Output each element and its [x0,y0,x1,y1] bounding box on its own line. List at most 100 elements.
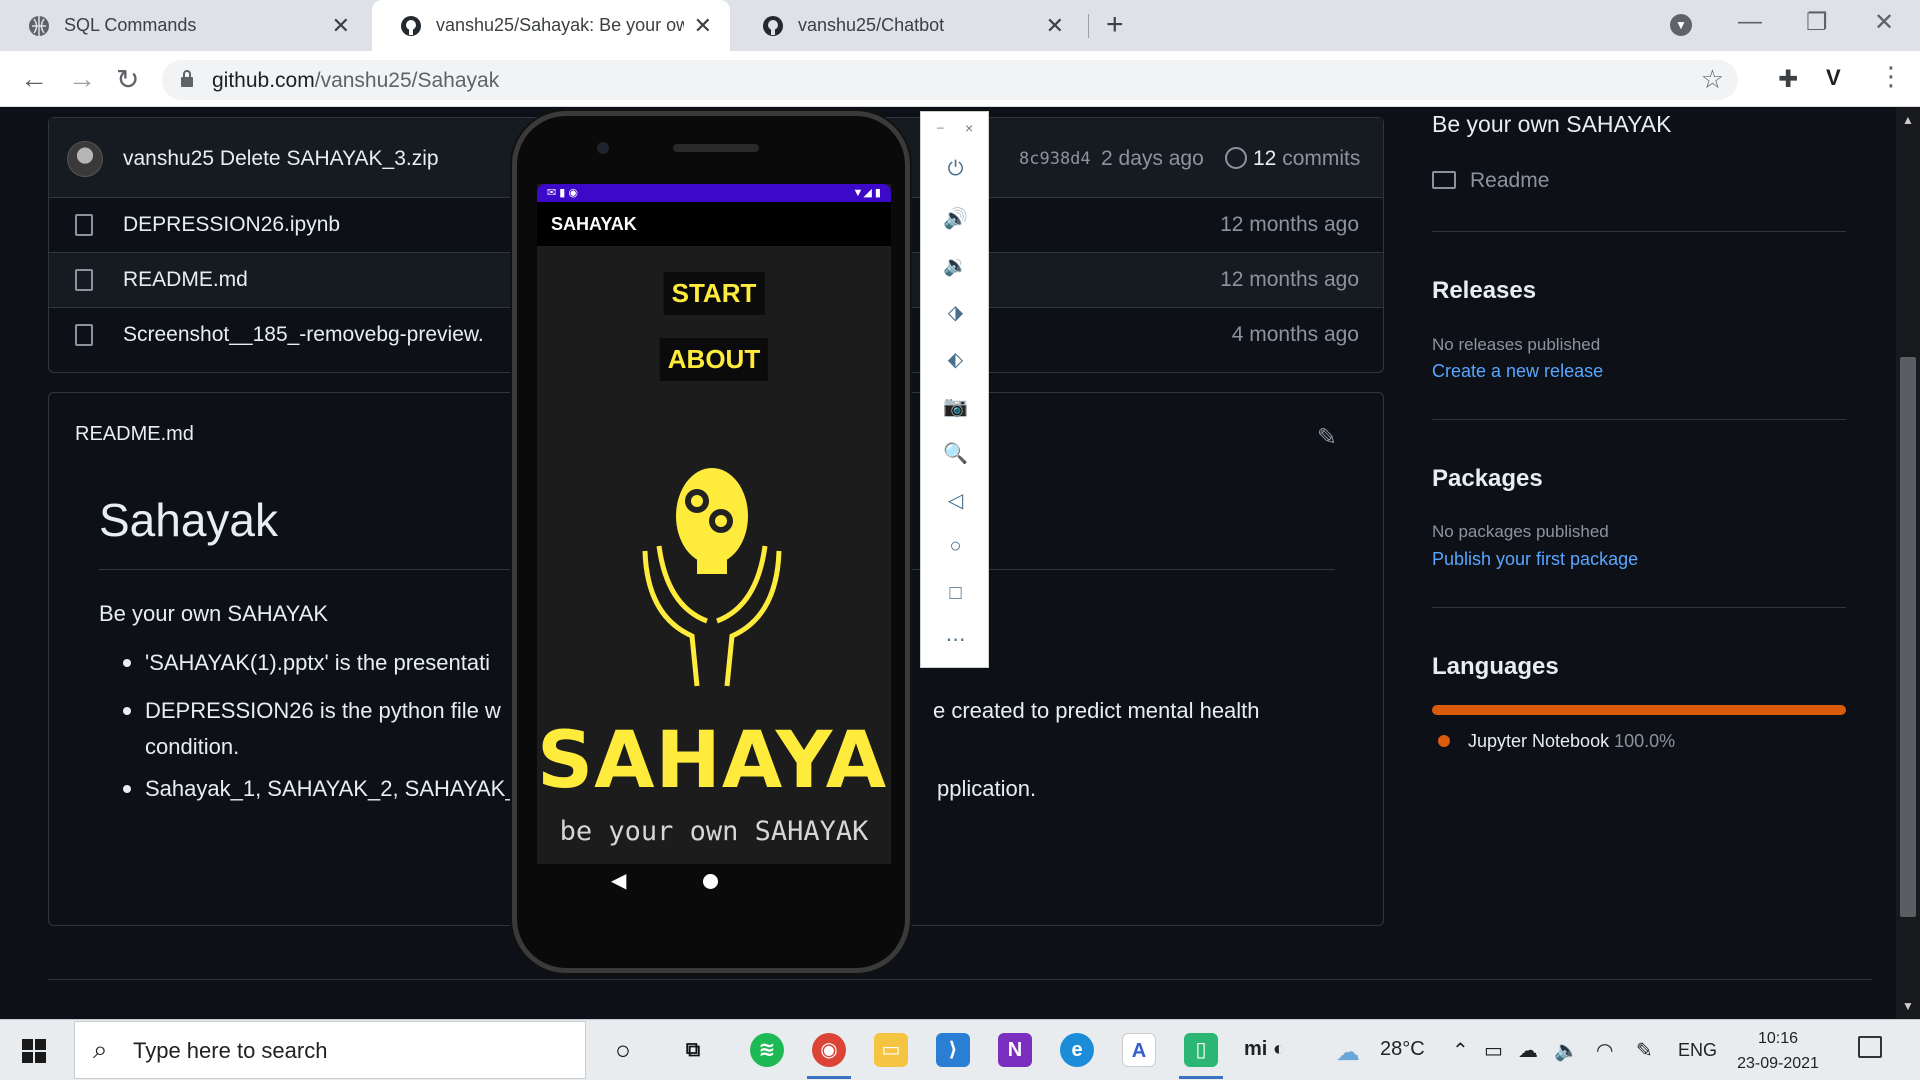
rotate-left-icon[interactable]: ⬗ [921,300,990,325]
weather-temp[interactable]: 28°C [1380,1038,1425,1061]
browser-menu-icon[interactable]: ⋮ [1878,61,1904,92]
language-bar[interactable] [1432,705,1846,715]
divider [1432,231,1846,232]
system-clock[interactable]: 10:16 23-09-2021 [1728,1026,1828,1076]
about-description: Be your own SAHAYAK [1432,111,1672,137]
readme-title: Sahayak [99,494,279,546]
vscode-icon[interactable]: ⟩ [936,1033,970,1067]
power-icon[interactable]: ⏻ [921,158,990,181]
close-tab-icon[interactable]: ✕ [694,14,712,37]
android-studio-icon[interactable]: ▯ [1184,1033,1218,1067]
start-button[interactable]: START [663,272,765,315]
divider [1432,607,1846,608]
commit-hash[interactable]: 8c938d4 [1019,149,1091,169]
more-icon[interactable]: ⋯ [921,627,990,652]
close-tab-icon[interactable]: ✕ [332,14,350,37]
tab-strip: SQL Commands ✕ vanshu25/Sahayak: Be your… [0,0,1920,51]
chrome-icon[interactable]: ◉ [812,1033,846,1067]
rotate-right-icon[interactable]: ⬖ [921,347,990,372]
packages-heading[interactable]: Packages [1432,465,1543,493]
onedrive-icon[interactable]: ☁ [1518,1038,1538,1063]
tab-search-icon[interactable]: ▼ [1670,14,1692,36]
input-language[interactable]: ENG [1678,1040,1717,1061]
file-name[interactable]: Screenshot__185_-removebg-preview... [123,323,483,347]
brand-wordmark: SAHAYAK [537,716,891,806]
tray-chevron-icon[interactable]: ⌃ [1452,1038,1469,1063]
notification-center-icon[interactable] [1858,1036,1882,1058]
wifi-icon[interactable]: ◠ [1596,1038,1613,1063]
clock-time: 10:16 [1757,1030,1799,1047]
commit-message[interactable]: vanshu25 Delete SAHAYAK_3.zip [123,147,439,171]
windows-start-icon[interactable] [22,1039,46,1063]
file-name[interactable]: README.md [123,268,483,292]
android-back-icon[interactable]: ◀ [611,868,626,893]
file-explorer-icon[interactable]: ▭ [874,1033,908,1067]
create-release-link[interactable]: Create a new release [1432,361,1603,382]
scroll-down-icon[interactable]: ▼ [1902,999,1914,1013]
restore-icon[interactable]: ❐ [1806,8,1828,37]
tab-sahayak[interactable]: vanshu25/Sahayak: Be your own ✕ [372,0,730,51]
spotify-icon[interactable]: ≋ [750,1033,784,1067]
home-icon[interactable]: ○ [921,535,990,558]
mi-share-icon[interactable]: mi ◐ [1244,1038,1285,1061]
cortana-icon[interactable]: ○ [606,1033,640,1067]
battery-icon[interactable]: ▭ [1484,1038,1503,1063]
scroll-up-icon[interactable]: ▲ [1902,113,1914,127]
emulator-screen[interactable]: ✉ ▮ ◉ ▼◢ ▮ SAHAYAK START ABOUT SAHAYAK b… [537,184,891,864]
weather-icon[interactable]: ☁ [1336,1038,1360,1067]
pencil-icon[interactable]: ✎ [1317,423,1337,452]
language-dot [1438,735,1450,747]
minimize-icon[interactable]: — [1738,8,1762,36]
pen-icon[interactable]: ✎ [1636,1038,1653,1063]
back-icon[interactable]: ◁ [921,488,990,513]
tab-title: vanshu25/Sahayak: Be your own [436,15,684,35]
publish-package-link[interactable]: Publish your first package [1432,549,1638,570]
reload-icon[interactable]: ↻ [116,63,139,96]
volume-icon[interactable]: 🔈 [1554,1038,1579,1063]
back-icon[interactable]: ← [20,63,48,95]
toolbar: ← → ↻ github.com/vanshu25/Sahayak ☆ ✚ V … [0,51,1920,107]
close-window-icon[interactable]: ✕ [1874,8,1894,37]
volume-up-icon[interactable]: 🔊 [921,206,990,231]
about-button[interactable]: ABOUT [659,338,769,381]
releases-empty-text: No releases published [1432,335,1601,354]
new-tab-icon[interactable]: + [1106,8,1124,42]
profile-avatar[interactable]: V [1826,65,1841,91]
zoom-icon[interactable]: 🔍 [921,441,990,466]
close-icon[interactable]: × [965,120,973,136]
active-app-indicator [807,1076,851,1079]
camera-icon[interactable]: 📷 [921,394,990,419]
commits-link[interactable]: 12 commits [1225,147,1360,171]
app-body: START ABOUT SAHAYAK be your own SAHAYAK [537,246,891,864]
task-view-icon[interactable]: ⧉ [676,1033,710,1067]
onenote-icon[interactable]: N [998,1033,1032,1067]
readme-link[interactable]: Readme [1432,169,1549,193]
taskbar-search[interactable]: ⌕ Type here to search [74,1021,586,1079]
edge-icon[interactable]: e [1060,1033,1094,1067]
volume-down-icon[interactable]: 🔉 [921,253,990,278]
close-tab-icon[interactable]: ✕ [1046,14,1064,37]
forward-icon[interactable]: → [68,63,96,95]
bookmark-star-icon[interactable]: ☆ [1701,64,1724,95]
minimize-icon[interactable]: – [937,120,944,134]
page-scrollbar[interactable]: ▲ ▼ [1896,107,1920,1019]
github-icon [401,15,421,36]
overview-icon[interactable]: □ [921,582,990,605]
signal-battery-icons: ▼◢ ▮ [852,187,881,199]
avatar[interactable] [67,141,103,177]
file-name[interactable]: DEPRESSION26.ipynb [123,213,483,237]
scroll-thumb[interactable] [1900,357,1916,917]
releases-heading[interactable]: Releases [1432,277,1536,305]
app-icon[interactable]: A [1122,1033,1156,1067]
extensions-puzzle-icon[interactable]: ✚ [1778,65,1798,94]
language-item[interactable]: Jupyter Notebook 100.0% [1438,731,1675,752]
android-home-icon[interactable] [703,874,718,889]
languages-heading: Languages [1432,653,1559,680]
tab-sql-commands[interactable]: SQL Commands ✕ [0,0,368,51]
address-bar[interactable]: github.com/vanshu25/Sahayak ☆ [162,60,1738,100]
notification-icons: ✉ ▮ ◉ [547,187,578,199]
windows-taskbar: ⌕ Type here to search ○ ⧉ ≋ ◉ ▭ ⟩ N e A … [0,1019,1920,1080]
sahayak-logo-icon [642,468,782,687]
tab-chatbot[interactable]: vanshu25/Chatbot ✕ [734,0,1082,51]
lock-icon[interactable] [180,70,194,88]
